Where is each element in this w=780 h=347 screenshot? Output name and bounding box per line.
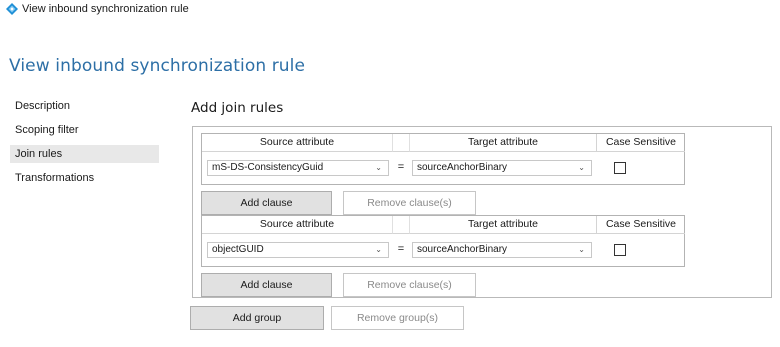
section-title: Add join rules bbox=[191, 100, 284, 116]
source-attribute-value: objectGUID bbox=[212, 244, 264, 255]
operator-header bbox=[392, 134, 410, 152]
source-attribute-select[interactable]: mS-DS-ConsistencyGuid ⌄ bbox=[207, 160, 389, 176]
add-group-button[interactable]: Add group bbox=[190, 306, 324, 330]
chevron-down-icon: ⌄ bbox=[375, 163, 382, 172]
remove-clause-button[interactable]: Remove clause(s) bbox=[343, 273, 476, 297]
add-clause-button[interactable]: Add clause bbox=[201, 273, 332, 297]
join-groups-panel: Source attribute Target attribute Case S… bbox=[192, 126, 772, 298]
source-attribute-value: mS-DS-ConsistencyGuid bbox=[212, 162, 324, 173]
chevron-down-icon: ⌄ bbox=[578, 245, 585, 254]
chevron-down-icon: ⌄ bbox=[578, 163, 585, 172]
operator-label: = bbox=[397, 161, 405, 173]
target-attribute-select[interactable]: sourceAnchorBinary ⌄ bbox=[412, 160, 592, 176]
nav-item-scoping-filter[interactable]: Scoping filter bbox=[10, 121, 159, 139]
page-title: View inbound synchronization rule bbox=[9, 56, 306, 76]
chevron-down-icon: ⌄ bbox=[375, 245, 382, 254]
window-title: View inbound synchronization rule bbox=[22, 3, 189, 15]
target-attribute-value: sourceAnchorBinary bbox=[417, 244, 508, 255]
remove-clause-button[interactable]: Remove clause(s) bbox=[343, 191, 476, 215]
sync-rule-diamond-icon bbox=[6, 3, 18, 15]
operator-label: = bbox=[397, 243, 405, 255]
source-attribute-select[interactable]: objectGUID ⌄ bbox=[207, 242, 389, 258]
add-clause-button[interactable]: Add clause bbox=[201, 191, 332, 215]
window-titlebar: View inbound synchronization rule bbox=[6, 2, 189, 16]
source-attribute-header: Source attribute bbox=[202, 216, 392, 234]
case-sensitive-header: Case Sensitive bbox=[597, 134, 685, 152]
case-sensitive-header: Case Sensitive bbox=[597, 216, 685, 234]
remove-group-button[interactable]: Remove group(s) bbox=[331, 306, 464, 330]
operator-header bbox=[392, 216, 410, 234]
sidebar-nav: Description Scoping filter Join rules Tr… bbox=[10, 97, 159, 193]
join-rule-table: Source attribute Target attribute Case S… bbox=[201, 215, 685, 267]
nav-item-description[interactable]: Description bbox=[10, 97, 159, 115]
target-attribute-value: sourceAnchorBinary bbox=[417, 162, 508, 173]
join-rule-table: Source attribute Target attribute Case S… bbox=[201, 133, 685, 185]
target-attribute-header: Target attribute bbox=[410, 216, 597, 234]
nav-item-join-rules[interactable]: Join rules bbox=[10, 145, 159, 163]
target-attribute-select[interactable]: sourceAnchorBinary ⌄ bbox=[412, 242, 592, 258]
target-attribute-header: Target attribute bbox=[410, 134, 597, 152]
source-attribute-header: Source attribute bbox=[202, 134, 392, 152]
case-sensitive-checkbox[interactable] bbox=[614, 162, 626, 174]
case-sensitive-checkbox[interactable] bbox=[614, 244, 626, 256]
nav-item-transformations[interactable]: Transformations bbox=[10, 169, 159, 187]
